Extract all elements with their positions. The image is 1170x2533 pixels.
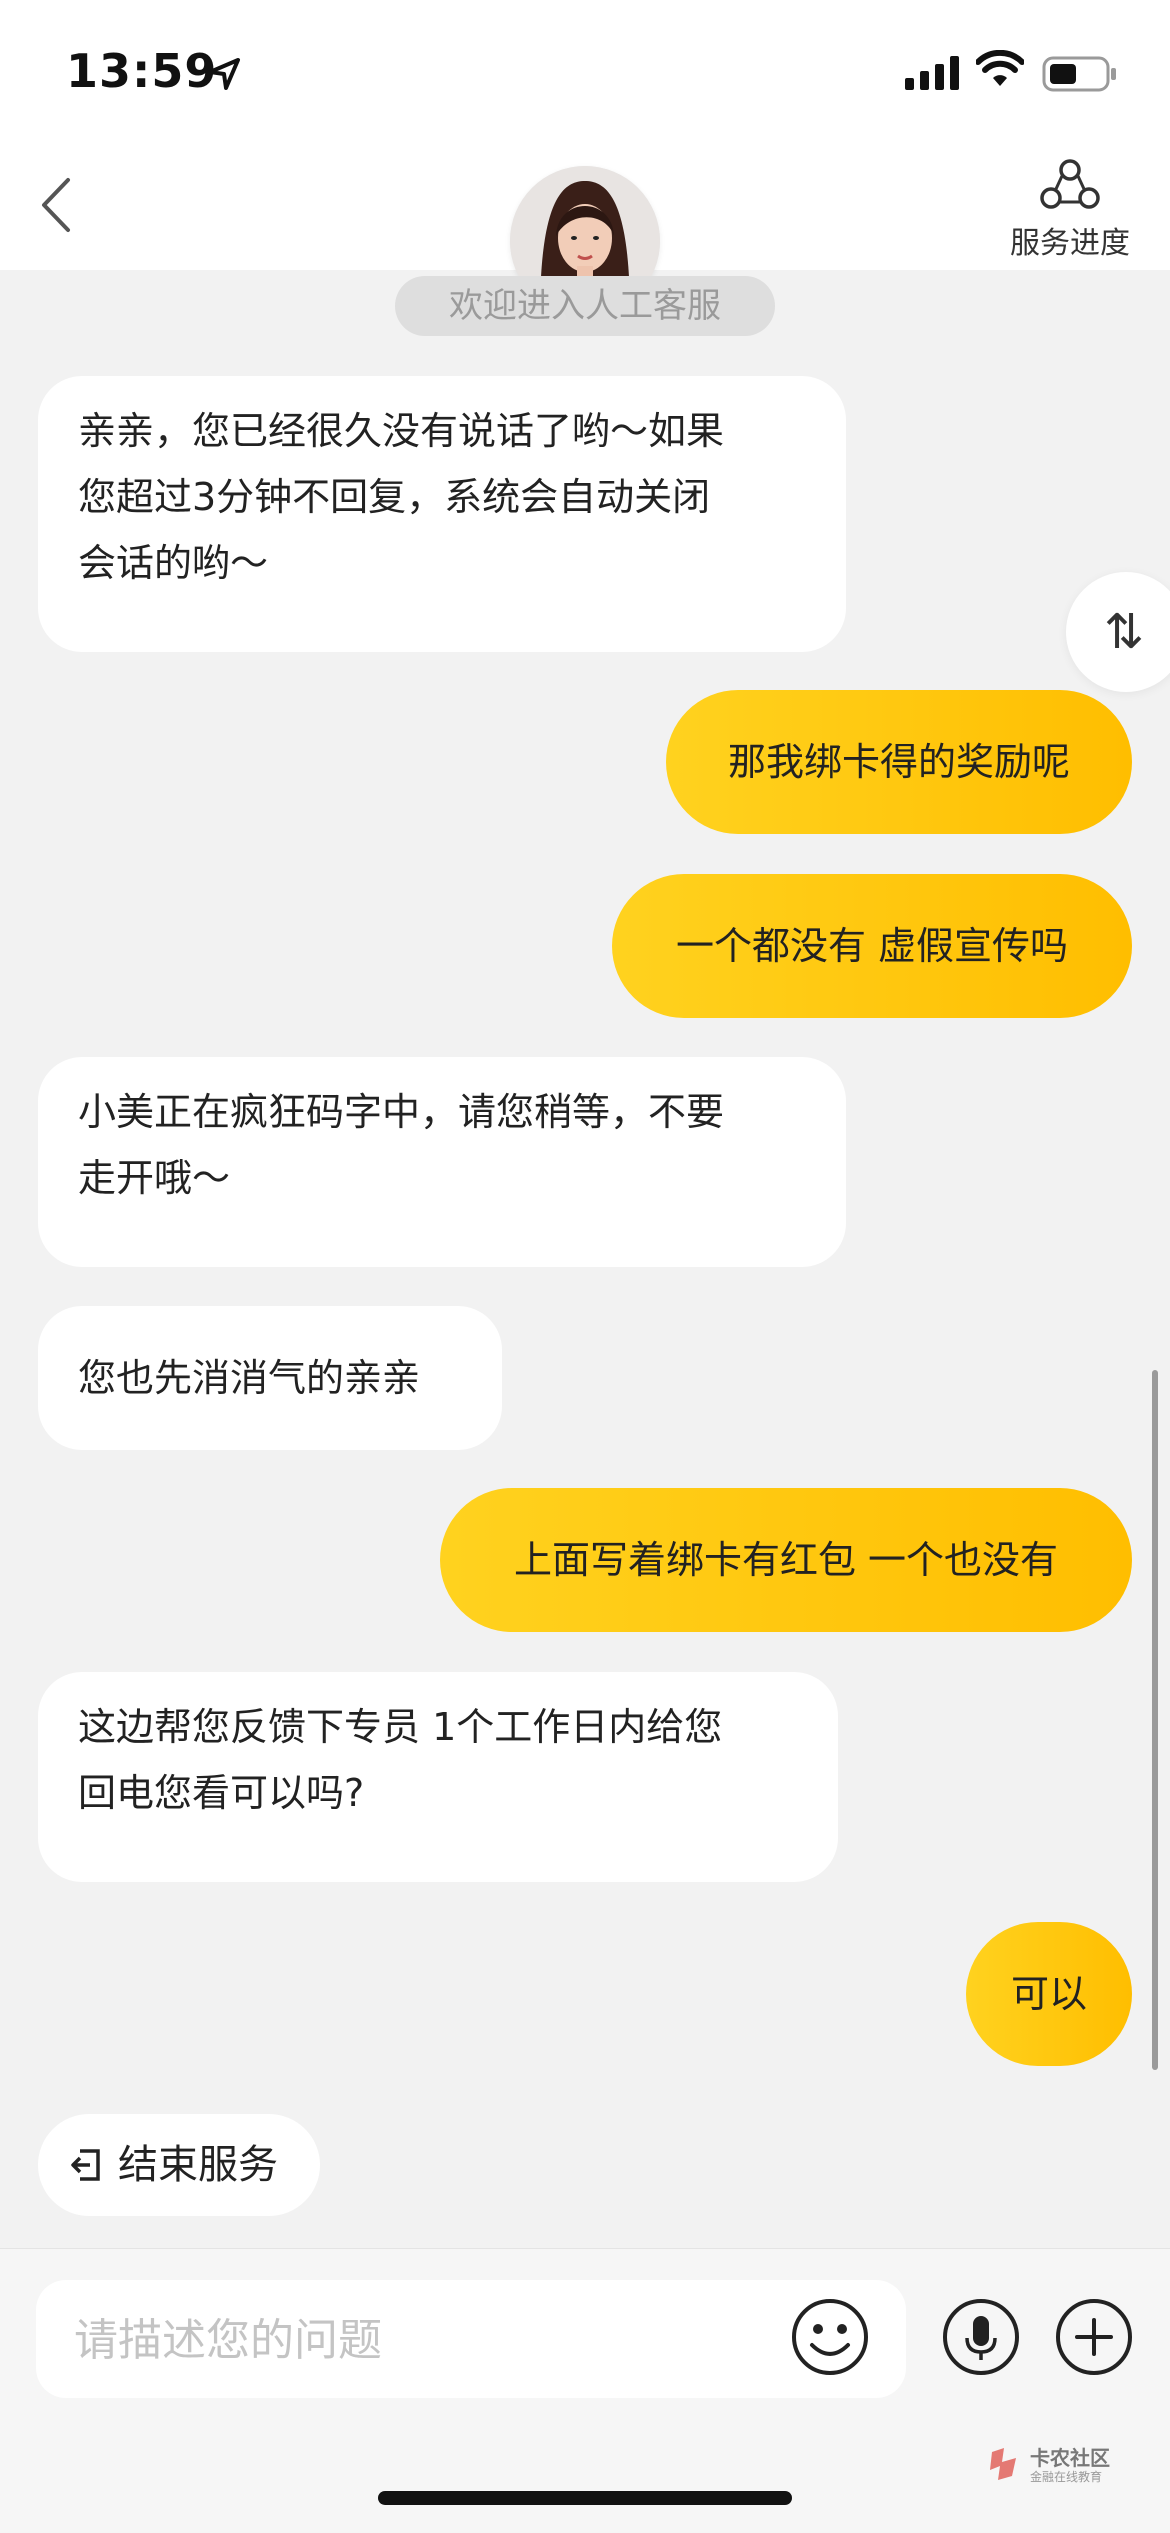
- message-input[interactable]: [72, 2280, 796, 2400]
- location-arrow-icon: [208, 58, 240, 90]
- sort-icon[interactable]: ⇅: [1066, 572, 1170, 692]
- user-message: 可以: [966, 1922, 1132, 2066]
- emoji-icon[interactable]: [790, 2297, 870, 2377]
- battery-icon: [1042, 56, 1116, 92]
- service-progress-button[interactable]: 服务进度: [990, 150, 1150, 270]
- watermark-logo-icon: [990, 2448, 1016, 2480]
- plus-icon[interactable]: [1055, 2298, 1133, 2376]
- home-indicator: [378, 2491, 792, 2505]
- status-time: 13:59: [66, 44, 218, 98]
- welcome-banner: 欢迎进入人工客服: [395, 276, 775, 336]
- agent-message: 您也先消消气的亲亲: [38, 1306, 502, 1450]
- service-progress-label: 服务进度: [1010, 226, 1130, 261]
- end-service-label: 结束服务: [118, 2142, 278, 2188]
- service-progress-icon: [1040, 159, 1100, 209]
- watermark-subtitle: 金融在线教育: [1030, 2470, 1103, 2484]
- user-message: 一个都没有 虚假宣传吗: [612, 874, 1132, 1018]
- wifi-icon: [976, 50, 1024, 86]
- watermark: 卡农社区 金融在线教育: [988, 2440, 1158, 2490]
- user-message: 那我绑卡得的奖励呢: [666, 690, 1132, 834]
- status-bar: 13:59: [0, 0, 1170, 150]
- agent-message: 亲亲，您已经很久没有说话了哟～如果 您超过3分钟不回复，系统会自动关闭 会话的哟…: [38, 376, 846, 652]
- agent-message: 小美正在疯狂码字中，请您稍等，不要 走开哦～: [38, 1057, 846, 1267]
- signal-icon: [905, 56, 959, 90]
- end-service-button[interactable]: 结束服务: [38, 2114, 320, 2216]
- agent-message: 这边帮您反馈下专员 1个工作日内给您 回电您看可以吗?: [38, 1672, 838, 1882]
- user-message: 上面写着绑卡有红包 一个也没有: [440, 1488, 1132, 1632]
- back-chevron-icon[interactable]: [30, 170, 90, 240]
- message-input-container[interactable]: [36, 2280, 906, 2400]
- chat-scrollbar[interactable]: [1152, 1370, 1158, 2070]
- exit-icon: [71, 2149, 100, 2181]
- microphone-icon[interactable]: [942, 2298, 1020, 2376]
- watermark-title: 卡农社区: [1030, 2446, 1110, 2470]
